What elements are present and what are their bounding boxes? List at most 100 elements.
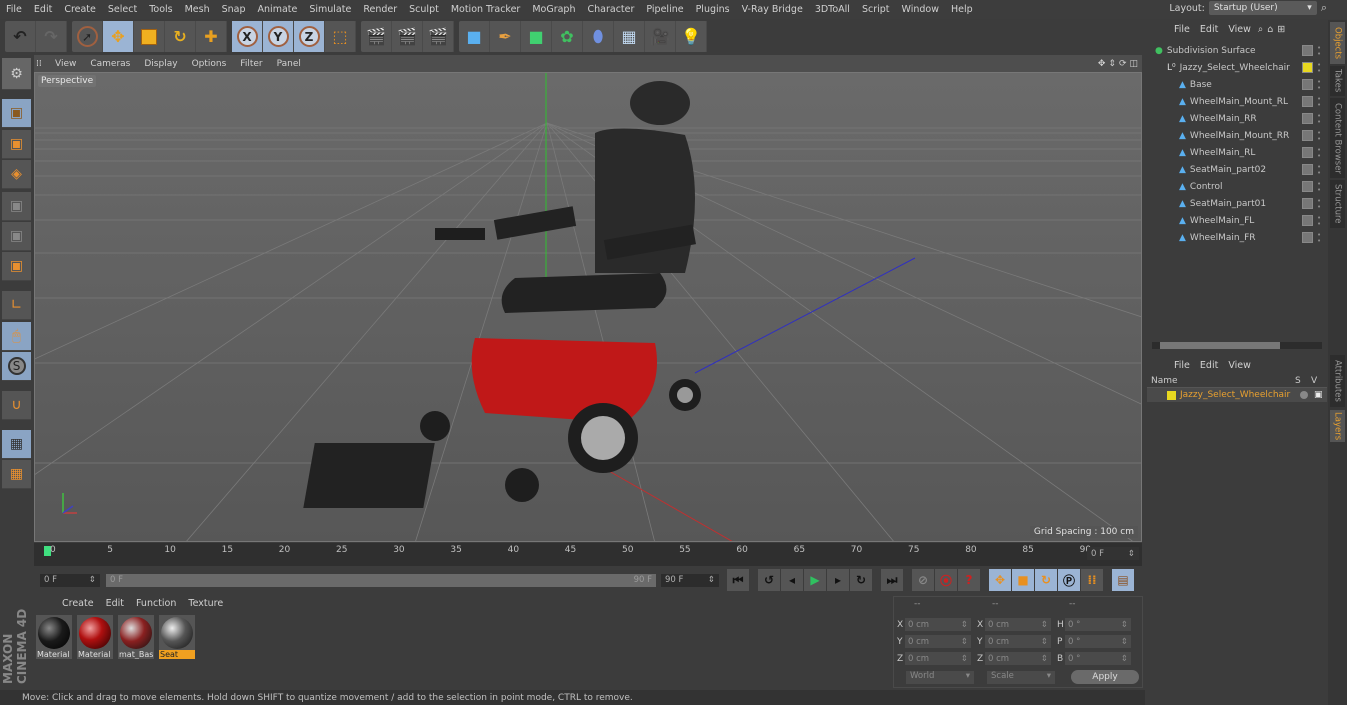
menu-3dtoall[interactable]: 3DToAll <box>809 4 856 15</box>
planar-workplane-icon[interactable]: ▦ <box>2 460 31 489</box>
go-to-end-icon[interactable]: ⏭ <box>881 569 903 591</box>
size-mode-dropdown[interactable]: Scale ▾ <box>987 671 1055 684</box>
object-name[interactable]: Control <box>1190 182 1223 192</box>
material-menu-function[interactable]: Function <box>130 598 182 609</box>
viewport-menu-options[interactable]: Options <box>185 59 234 69</box>
go-to-start-icon[interactable]: ⏮ <box>727 569 749 591</box>
z-axis-icon[interactable]: Z <box>294 21 325 52</box>
light-icon[interactable]: 💡 <box>676 21 707 52</box>
menu-mograph[interactable]: MoGraph <box>526 4 581 15</box>
object-tree-item[interactable]: ▲ SeatMain_part02 • • <box>1147 161 1327 178</box>
menu-character[interactable]: Character <box>581 4 640 15</box>
object-name[interactable]: WheelMain_FR <box>1190 233 1256 243</box>
last-tool-icon[interactable]: ✚ <box>196 21 227 52</box>
cube-icon[interactable]: ■ <box>459 21 490 52</box>
render-settings-icon[interactable]: 🎬 <box>423 21 454 52</box>
subdivision-icon[interactable]: ■ <box>521 21 552 52</box>
menu-edit[interactable]: Edit <box>28 4 58 15</box>
column-visible[interactable]: V <box>1311 376 1317 386</box>
enable-tag[interactable] <box>1302 113 1313 124</box>
material-swatch-selected[interactable]: Seat <box>159 615 195 659</box>
render-picture-viewer-icon[interactable]: 🎬 <box>392 21 423 52</box>
start-frame-field[interactable]: 0 F ⇕ <box>40 573 100 587</box>
viewport-menu-filter[interactable]: Filter <box>233 59 269 69</box>
menu-animate[interactable]: Animate <box>252 4 304 15</box>
menu-pipeline[interactable]: Pipeline <box>640 4 689 15</box>
layers-menu-edit[interactable]: Edit <box>1195 360 1223 371</box>
visibility-dots[interactable]: • • <box>1317 61 1321 74</box>
menu-plugins[interactable]: Plugins <box>690 4 736 15</box>
frame-range-slider[interactable]: 0 F 90 F <box>106 573 656 587</box>
rotation-key-icon[interactable]: ↻ <box>1035 569 1057 591</box>
enable-tag[interactable] <box>1302 96 1313 107</box>
parameter-key-icon[interactable]: Ⓟ <box>1058 569 1080 591</box>
apply-button[interactable]: Apply <box>1071 670 1139 684</box>
current-frame-field[interactable]: 0 F ⇕ <box>1087 547 1139 560</box>
menu-tools[interactable]: Tools <box>143 4 178 15</box>
visibility-dots[interactable]: • • <box>1317 112 1321 125</box>
position-key-icon[interactable]: ✥ <box>989 569 1011 591</box>
orbit-icon[interactable]: ⟳ <box>1119 59 1127 69</box>
object-name[interactable]: WheelMain_FL <box>1190 216 1254 226</box>
object-tree-item[interactable]: ▲ WheelMain_Mount_RL • • <box>1147 93 1327 110</box>
maximize-icon[interactable]: ◫ <box>1129 59 1138 69</box>
deformer-icon[interactable]: ⬮ <box>583 21 614 52</box>
x-axis-icon[interactable]: X <box>232 21 263 52</box>
grip-icon[interactable]: ⁞⁞ <box>34 59 48 69</box>
menu-window[interactable]: Window <box>896 4 945 15</box>
material-swatch[interactable]: Material <box>77 615 113 659</box>
menu-simulate[interactable]: Simulate <box>303 4 357 15</box>
layout-dropdown[interactable]: Startup (User) ▾ <box>1208 1 1317 15</box>
search-icon[interactable]: ⌕ <box>1321 1 1327 15</box>
objects-menu-view[interactable]: View <box>1223 24 1256 35</box>
object-name[interactable]: SeatMain_part01 <box>1190 199 1266 209</box>
menu-mesh[interactable]: Mesh <box>179 4 216 15</box>
menu-render[interactable]: Render <box>357 4 403 15</box>
objects-menu-edit[interactable]: Edit <box>1195 24 1223 35</box>
object-name[interactable]: Jazzy_Select_Wheelchair <box>1180 63 1290 73</box>
visibility-dots[interactable]: • • <box>1317 214 1321 227</box>
column-name[interactable]: Name <box>1147 376 1295 386</box>
render-view-icon[interactable]: 🎬 <box>361 21 392 52</box>
menu-vray-bridge[interactable]: V-Ray Bridge <box>736 4 809 15</box>
camera-label[interactable]: Perspective <box>38 75 97 87</box>
visibility-dots[interactable]: • • <box>1317 78 1321 91</box>
viewport-menu-panel[interactable]: Panel <box>270 59 308 69</box>
visibility-dots[interactable]: • • <box>1317 180 1321 193</box>
object-name[interactable]: SeatMain_part02 <box>1190 165 1266 175</box>
edges-mode-icon[interactable]: ▣ <box>2 222 31 251</box>
lock-workplane-icon[interactable]: ▦ <box>2 430 31 459</box>
object-tree-item[interactable]: ● Subdivision Surface • • <box>1147 42 1327 59</box>
make-editable-icon[interactable]: ⚙ <box>2 58 31 90</box>
layer-color-tag[interactable] <box>1302 62 1313 73</box>
new-window-icon[interactable]: ⊞ <box>1275 24 1287 35</box>
y-axis-icon[interactable]: Y <box>263 21 294 52</box>
camera-icon[interactable]: 🎥 <box>645 21 676 52</box>
object-tree-item[interactable]: L⁰ Jazzy_Select_Wheelchair • • <box>1147 59 1327 76</box>
object-tree-item[interactable]: ▲ SeatMain_part01 • • <box>1147 195 1327 212</box>
viewport-menu-cameras[interactable]: Cameras <box>83 59 137 69</box>
object-name[interactable]: WheelMain_RR <box>1190 114 1257 124</box>
tab-structure[interactable]: Structure <box>1330 180 1345 228</box>
world-coordinate-icon[interactable]: ⬚ <box>325 21 356 52</box>
menu-snap[interactable]: Snap <box>216 4 252 15</box>
enable-tag[interactable] <box>1302 79 1313 90</box>
position-x-input[interactable]: 0 cm ⇕ <box>905 618 971 631</box>
visibility-dots[interactable]: • • <box>1317 129 1321 142</box>
axis-mode-icon[interactable]: ∟ <box>2 291 31 320</box>
rotation-p-input[interactable]: 0 ° ⇕ <box>1065 635 1131 648</box>
point-level-icon[interactable]: ⁞⁞ <box>1081 569 1103 591</box>
size-x-input[interactable]: 0 cm ⇕ <box>985 618 1051 631</box>
viewport-menu-display[interactable]: Display <box>137 59 184 69</box>
visibility-dots[interactable]: • • <box>1317 231 1321 244</box>
timeline-icon[interactable]: ▤ <box>1112 569 1134 591</box>
visibility-dots[interactable]: • • <box>1317 197 1321 210</box>
scale-key-icon[interactable]: ■ <box>1012 569 1034 591</box>
mograph-cloner-icon[interactable]: ✿ <box>552 21 583 52</box>
tab-content-browser[interactable]: Content Browser <box>1330 98 1345 178</box>
solo-icon[interactable]: S <box>2 352 31 381</box>
material-menu-create[interactable]: Create <box>56 598 100 609</box>
pan-icon[interactable]: ✥ <box>1098 59 1106 69</box>
snap-icon[interactable]: ∪ <box>2 391 31 420</box>
previous-frame-icon[interactable]: ◂ <box>781 569 803 591</box>
